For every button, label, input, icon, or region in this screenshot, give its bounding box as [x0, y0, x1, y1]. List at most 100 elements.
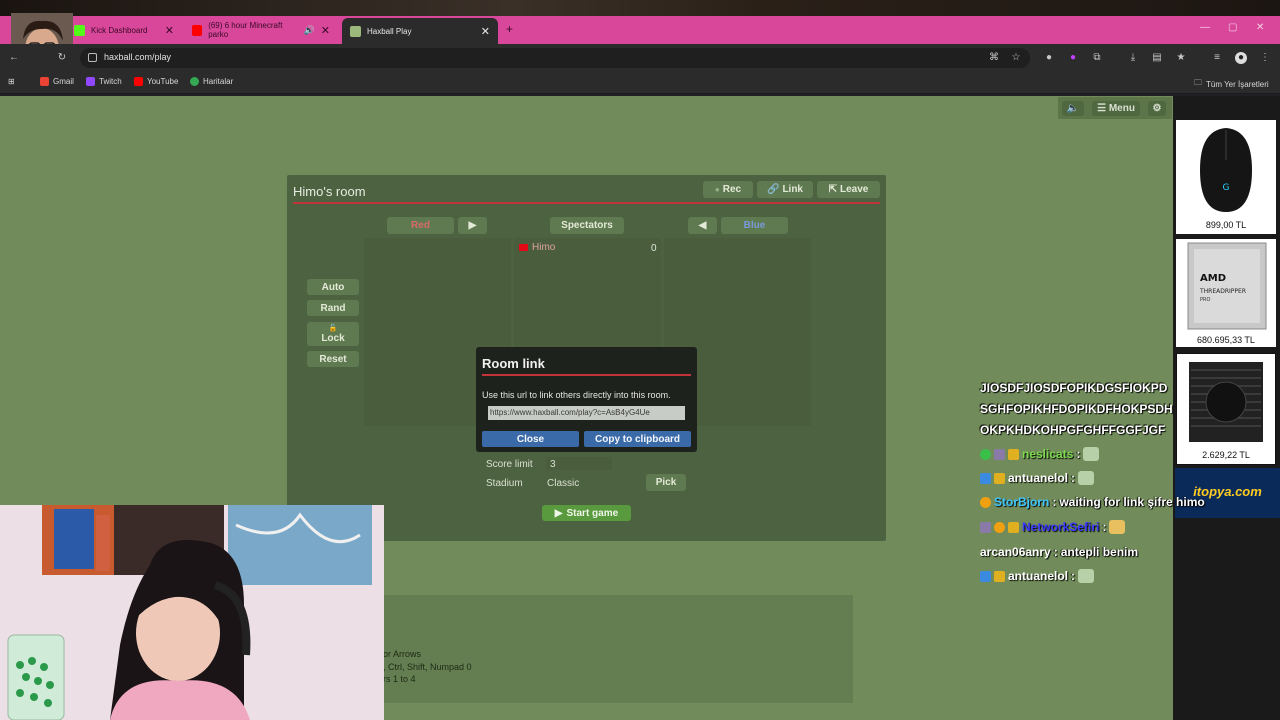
start-label: Start game [566, 507, 619, 519]
extensions-puzzle-icon[interactable]: ⧉ [1091, 52, 1103, 64]
svg-text:PRO: PRO [1200, 297, 1210, 303]
address-bar[interactable]: haxball.com/play [80, 48, 1030, 68]
bookmark-label: YouTube [147, 77, 179, 86]
window-close-icon[interactable]: ✕ [1256, 22, 1264, 33]
verified-badge-icon [980, 448, 991, 460]
close-tab-icon[interactable]: ✕ [165, 24, 174, 37]
tab-youtube[interactable]: (69) 6 hour Minecraft parko 🔊 ✕ [184, 18, 338, 42]
back-icon[interactable]: ← [8, 52, 20, 64]
reload-icon[interactable]: ↻ [56, 52, 68, 64]
lock-label: Lock [321, 332, 345, 344]
svg-text:G: G [1223, 183, 1230, 193]
arrow-right-icon: ▶ [468, 220, 477, 231]
ad-cooler[interactable] [1176, 353, 1276, 465]
download-icon[interactable]: ⤓ [1127, 52, 1139, 64]
new-tab-icon[interactable]: + [506, 22, 513, 36]
auto-button[interactable]: Auto [307, 279, 359, 295]
chat-row: arcan06anry : antepli benim [980, 543, 1138, 561]
sword-badge-icon [980, 521, 991, 533]
extension-icon[interactable]: ● [1043, 52, 1055, 64]
settings-button[interactable]: ⚙ [1148, 101, 1166, 116]
apps-grid-icon[interactable]: ⊞ [8, 77, 15, 86]
minimize-icon[interactable]: — [1200, 22, 1210, 33]
extension-icon[interactable]: ● [1067, 52, 1079, 64]
emote-icon [1078, 471, 1095, 485]
leave-icon: ⇱ [828, 184, 838, 195]
tab-label: Kick Dashboard [91, 25, 148, 35]
bookmark-youtube[interactable]: YouTube [134, 77, 178, 86]
chat-username: StorBjorn [994, 495, 1050, 509]
reset-button[interactable]: Reset [307, 351, 359, 367]
lock-button[interactable]: 🔓 Lock [307, 322, 359, 346]
chat-username: arcan06anry [980, 545, 1051, 559]
sub-badge-icon [980, 570, 991, 582]
bookmark-maps[interactable]: Haritalar [190, 77, 233, 86]
bookmark-label: Haritalar [203, 77, 234, 86]
move-to-red-button[interactable]: ▶ [458, 217, 487, 234]
crown-badge-icon [1008, 448, 1019, 460]
media-icon[interactable]: ≡ [1211, 52, 1223, 64]
chat-text: waiting for link şifre himo [1059, 495, 1205, 509]
sword-badge-icon [994, 448, 1005, 460]
site-info-icon[interactable] [88, 53, 97, 62]
start-game-button[interactable]: ▶ Start game [542, 505, 631, 521]
tab-haxball[interactable]: Haxball Play ✕ [342, 18, 498, 44]
more-options-icon[interactable]: ⋮ [1259, 52, 1271, 64]
arrow-left-icon: ◀ [698, 220, 707, 231]
rec-button[interactable]: ● Rec [703, 181, 753, 198]
ad-mouse[interactable]: G [1176, 120, 1276, 234]
pick-stadium-button[interactable]: Pick [646, 474, 686, 491]
bookmark-star-icon[interactable]: ☆ [1010, 52, 1022, 64]
hamburger-icon: ☰ [1097, 103, 1109, 114]
close-button[interactable]: Close [482, 431, 579, 447]
score-limit-label: Score limit [486, 459, 533, 470]
webcam-overlay [0, 505, 384, 720]
rand-button[interactable]: Rand [307, 300, 359, 316]
score-limit-value: 3 [550, 459, 556, 470]
kick-favicon-icon [74, 24, 85, 36]
chat-separator: : [1052, 495, 1057, 509]
reading-list-icon[interactable]: ▤ [1151, 52, 1163, 64]
spectators-header[interactable]: Spectators [550, 217, 624, 234]
chat-message: JIOSDFJIOSDFOPIKDGSFIOKPDSGHFOPIKHFDOPIK… [980, 381, 1173, 437]
bookmark-twitch[interactable]: Twitch [86, 77, 122, 86]
room-url-field[interactable]: https://www.haxball.com/play?c=AsB4yG4Ue [488, 406, 685, 420]
lock-icon: 🔓 [328, 324, 338, 332]
haxball-favicon-icon [350, 25, 361, 37]
menu-button[interactable]: ☰ Menu [1092, 101, 1140, 116]
maximize-icon[interactable]: ▢ [1228, 22, 1237, 33]
chat-username: neslicats [1022, 447, 1074, 461]
close-tab-icon[interactable]: ✕ [481, 25, 490, 38]
stream-chat-overlay: JIOSDFJIOSDFOPIKDGSFIOKPDSGHFOPIKHFDOPIK… [980, 378, 1175, 441]
coin-badge-icon [980, 496, 991, 508]
audio-icon: 🔊 [303, 24, 315, 35]
folder-icon: 🗀 [1194, 78, 1202, 87]
ad-threadripper[interactable]: AMD THREADRIPPER PRO [1176, 239, 1276, 347]
stadium-value: Classic [547, 478, 580, 489]
link-button[interactable]: 🔗 Link [757, 181, 813, 198]
tab-kick[interactable]: Kick Dashboard ✕ [66, 18, 182, 42]
leave-button[interactable]: ⇱ Leave [817, 181, 880, 198]
move-to-blue-button[interactable]: ◀ [688, 217, 717, 234]
help-line: rs 1 to 4 [383, 674, 416, 684]
emote-icon [1109, 520, 1126, 534]
red-team-header[interactable]: Red [387, 217, 454, 234]
player-entry[interactable]: Himo [519, 242, 555, 253]
close-tab-icon[interactable]: ✕ [321, 24, 330, 37]
profile-avatar-icon[interactable]: ● [1235, 52, 1247, 64]
chat-username: NetworkSefiri [1022, 520, 1100, 534]
bookmark-gmail[interactable]: Gmail [40, 77, 74, 86]
ad-price: 2.629,22 TL [1202, 450, 1250, 460]
translate-icon[interactable]: ⌘ [988, 52, 1000, 64]
all-bookmarks[interactable]: 🗀 Tüm Yer İşaretleri [1194, 77, 1269, 91]
help-line: , Ctrl, Shift, Numpad 0 [383, 662, 472, 672]
mute-button[interactable]: 🔈 [1062, 101, 1084, 116]
chat-row: StorBjorn : waiting for link şifre himo [980, 493, 1205, 511]
favorites-icon[interactable]: ★ [1175, 52, 1187, 64]
youtube-icon [134, 77, 143, 86]
blue-team-header[interactable]: Blue [721, 217, 788, 234]
copy-to-clipboard-button[interactable]: Copy to clipboard [584, 431, 691, 447]
record-dot-icon: ● [714, 185, 720, 194]
play-icon: ▶ [554, 507, 563, 519]
dialog-title: Room link [482, 356, 545, 371]
